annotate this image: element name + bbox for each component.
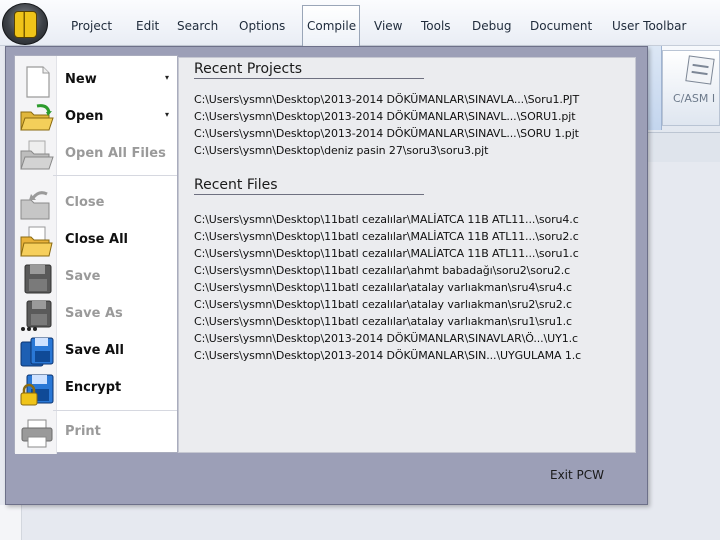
save-as-icon: [21, 300, 52, 331]
tab-options[interactable]: Options: [239, 19, 285, 33]
new-label: New: [65, 72, 97, 87]
save-as-button[interactable]: Save As: [15, 296, 177, 333]
heading-rule: [194, 194, 424, 195]
recent-file-item[interactable]: C:\Users\ysmn\Desktop\11batl cezalılar\M…: [194, 230, 579, 243]
open-all-files-button[interactable]: Open All Files: [15, 136, 177, 173]
open-label: Open: [65, 109, 104, 124]
recent-project-item[interactable]: C:\Users\ysmn\Desktop\2013-2014 DÖKÜMANL…: [194, 110, 576, 123]
new-button[interactable]: New ▾: [15, 62, 177, 99]
tab-edit[interactable]: Edit: [136, 19, 159, 33]
submenu-arrow-icon: ▾: [165, 73, 170, 82]
recent-file-item[interactable]: C:\Users\ysmn\Desktop\11batl cezalılar\M…: [194, 213, 579, 226]
recent-projects-heading: Recent Projects: [194, 61, 303, 77]
close-button[interactable]: Close: [15, 185, 177, 222]
submenu-arrow-icon: ▾: [165, 110, 170, 119]
print-button[interactable]: Print: [15, 414, 177, 451]
save-button[interactable]: Save: [15, 259, 177, 296]
tab-view[interactable]: View: [374, 19, 402, 33]
application-logo-icon: [14, 11, 37, 38]
save-all-label: Save All: [65, 343, 124, 358]
print-label: Print: [65, 424, 101, 439]
close-label: Close: [65, 195, 105, 210]
tab-document[interactable]: Document: [530, 19, 592, 33]
save-all-button[interactable]: Save All: [15, 333, 177, 370]
open-all-files-icon: [20, 140, 54, 170]
file-commands-pane: New ▾ Open ▾ Open All Files Close Close …: [14, 55, 178, 454]
tab-debug[interactable]: Debug: [472, 19, 511, 33]
menu-separator: [53, 175, 177, 176]
exit-button[interactable]: Exit PCW: [550, 468, 604, 482]
recent-file-item[interactable]: C:\Users\ysmn\Desktop\2013-2014 DÖKÜMANL…: [194, 349, 581, 362]
save-label: Save: [65, 269, 101, 284]
recent-project-item[interactable]: C:\Users\ysmn\Desktop\2013-2014 DÖKÜMANL…: [194, 93, 579, 106]
open-all-files-label: Open All Files: [65, 146, 166, 161]
open-button[interactable]: Open ▾: [15, 99, 177, 136]
ribbon-status-strip: [648, 132, 720, 162]
close-all-icon: [20, 226, 53, 257]
recent-file-item[interactable]: C:\Users\ysmn\Desktop\11batl cezalılar\a…: [194, 264, 570, 277]
printer-icon: [21, 419, 53, 448]
encrypt-button[interactable]: Encrypt: [15, 370, 177, 407]
encrypt-label: Encrypt: [65, 380, 122, 395]
recent-files-heading: Recent Files: [194, 177, 278, 193]
tab-tools[interactable]: Tools: [421, 19, 451, 33]
recent-documents-pane: Recent Projects C:\Users\ysmn\Desktop\20…: [178, 57, 636, 453]
file-menu-popup: New ▾ Open ▾ Open All Files Close Close …: [5, 46, 648, 505]
menu-separator: [53, 410, 177, 411]
ribbon-selected-button-edge[interactable]: [648, 46, 662, 130]
new-document-icon: [26, 66, 50, 98]
close-all-button[interactable]: Close All: [15, 222, 177, 259]
save-as-label: Save As: [65, 306, 123, 321]
recent-file-item[interactable]: C:\Users\ysmn\Desktop\11batl cezalılar\a…: [194, 281, 572, 294]
encrypt-icon: [20, 374, 54, 406]
recent-file-item[interactable]: C:\Users\ysmn\Desktop\11batl cezalılar\M…: [194, 247, 579, 260]
heading-rule: [194, 78, 424, 79]
application-menu-button[interactable]: [2, 3, 48, 45]
save-icon: [24, 264, 52, 294]
close-file-icon: [20, 191, 50, 220]
close-all-label: Close All: [65, 232, 128, 247]
tab-project[interactable]: Project: [71, 19, 112, 33]
tab-user-toolbar[interactable]: User Toolbar: [612, 19, 686, 33]
open-folder-icon: [20, 104, 54, 131]
tab-search[interactable]: Search: [177, 19, 218, 33]
document-list-icon: [685, 55, 715, 85]
recent-project-item[interactable]: C:\Users\ysmn\Desktop\deniz pasin 27\sor…: [194, 144, 488, 157]
recent-project-item[interactable]: C:\Users\ysmn\Desktop\2013-2014 DÖKÜMANL…: [194, 127, 579, 140]
save-all-icon: [20, 337, 54, 367]
recent-file-item[interactable]: C:\Users\ysmn\Desktop\2013-2014 DÖKÜMANL…: [194, 332, 578, 345]
menu-bar: Project Edit Search Options Compile View…: [0, 0, 720, 46]
editor-left-gutter: [0, 505, 22, 540]
recent-file-item[interactable]: C:\Users\ysmn\Desktop\11batl cezalılar\a…: [194, 315, 572, 328]
c-asm-label: C/ASM I: [673, 92, 716, 105]
c-asm-button[interactable]: C/ASM I: [662, 50, 720, 126]
tab-compile[interactable]: Compile: [307, 19, 356, 33]
recent-file-item[interactable]: C:\Users\ysmn\Desktop\11batl cezalılar\a…: [194, 298, 572, 311]
